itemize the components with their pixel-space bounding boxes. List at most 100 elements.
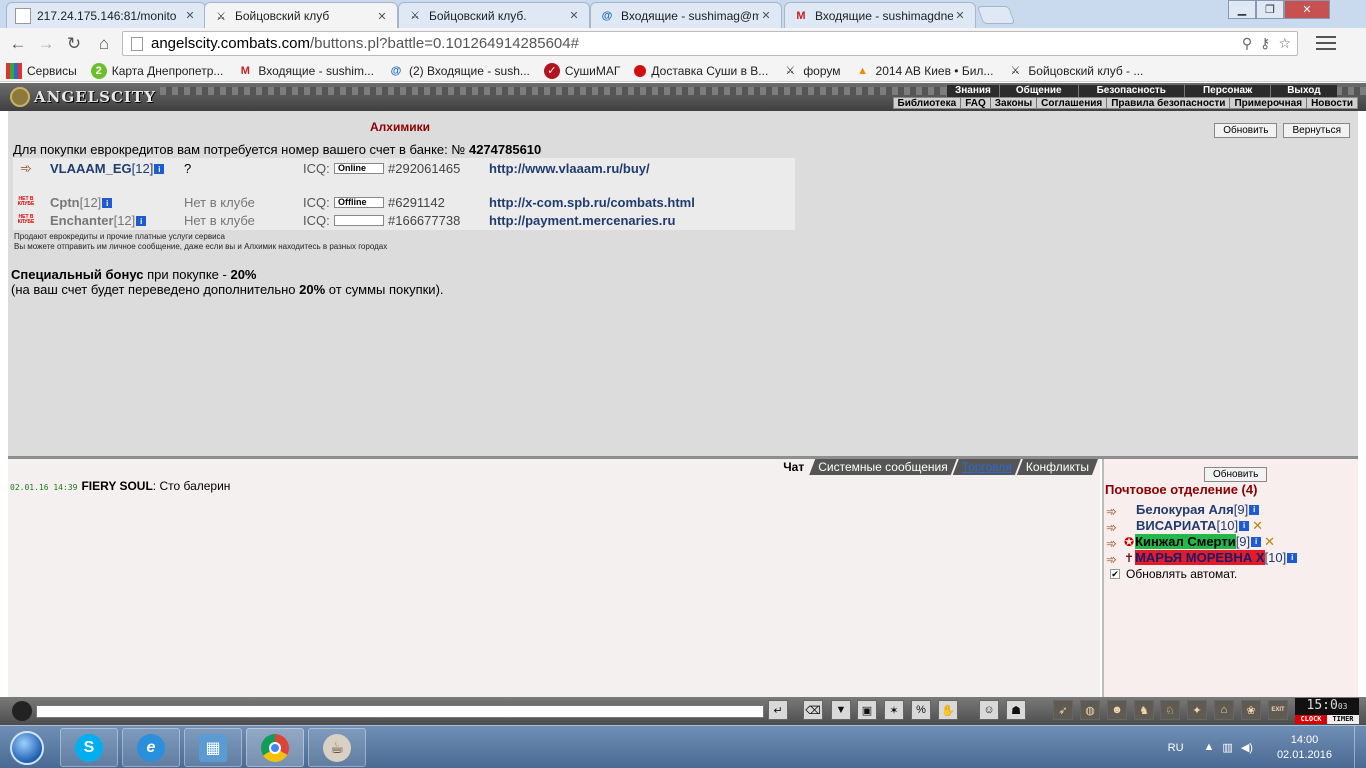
exit-icon[interactable]: EXIT — [1268, 700, 1288, 720]
info-icon[interactable]: i — [1239, 520, 1250, 531]
seller-link[interactable]: http://payment.mercenaries.ru — [489, 213, 675, 228]
bookmark-star-icon[interactable]: ☆ — [1278, 35, 1291, 52]
seller-name[interactable]: VLAAAM_EG[12] i — [50, 161, 165, 176]
mail-user[interactable]: ➾ ВИСАРИАТА [10] i ✕ — [1106, 518, 1263, 535]
bookmark-item[interactable]: ▲ 2014 AB Киев • Бил... — [855, 63, 993, 79]
mail-user[interactable]: ➾ ✪ Кинжал Смерти [9] i ✕ — [1106, 534, 1275, 551]
new-tab-button[interactable] — [976, 6, 1016, 24]
show-desktop-button[interactable] — [1354, 726, 1366, 768]
bookmark-item[interactable]: M Входящие - sushim... — [237, 63, 374, 79]
nav-communication[interactable]: Общение — [998, 85, 1078, 97]
window-close-icon[interactable]: ✕ — [1284, 0, 1330, 19]
browser-tab-gmail[interactable]: M Входящие - sushimagdne ✕ — [784, 2, 976, 28]
clock-tab[interactable]: CLOCK — [1295, 715, 1327, 724]
browser-tab-monitor[interactable]: 217.24.175.146:81/monito ✕ — [6, 2, 206, 28]
tab-conflicts[interactable]: Конфликты — [1017, 459, 1098, 475]
nav-library[interactable]: Библиотека — [894, 98, 961, 109]
checkbox-checked[interactable]: ✔ — [1110, 569, 1120, 579]
nav-fitting-room[interactable]: Примерочная — [1229, 98, 1306, 109]
browser-menu-icon[interactable] — [1316, 34, 1336, 52]
fighter-icon[interactable]: ✶ — [884, 700, 904, 720]
tab-trade[interactable]: Торговля — [953, 459, 1021, 475]
close-tab-icon[interactable]: ✕ — [183, 9, 197, 22]
tab-system-messages[interactable]: Системные сообщения — [809, 459, 957, 475]
back-button[interactable]: Вернуться — [1283, 123, 1350, 138]
nav-knowledge[interactable]: Знания — [946, 85, 999, 97]
smiley-face-icon[interactable] — [12, 701, 32, 721]
mail-user[interactable]: ➾ Белокурая Аля [9] i — [1106, 502, 1260, 519]
gem-icon[interactable]: ✦ — [1187, 700, 1207, 720]
auto-refresh-toggle[interactable]: ✔ Обновлять автомат. — [1110, 567, 1237, 581]
taskbar-clock[interactable]: 14:00 02.01.2016 — [1277, 733, 1332, 763]
timer-tab[interactable]: TIMER — [1327, 715, 1359, 724]
bookmark-item[interactable]: ⚔ Бойцовский клуб - ... — [1007, 63, 1143, 79]
seller-name[interactable]: Cptn[12] i — [50, 195, 113, 210]
taskbar-skype[interactable]: S — [60, 728, 118, 767]
percent-icon[interactable]: % — [911, 700, 931, 720]
nav-faq[interactable]: FAQ — [960, 98, 990, 109]
network-icon[interactable]: ▥ — [1222, 741, 1232, 754]
filter-icon[interactable]: ▼ — [831, 700, 851, 720]
paw-icon[interactable]: ❀ — [1241, 700, 1261, 720]
wolf-icon[interactable]: ♘ — [1160, 700, 1180, 720]
info-icon[interactable]: i — [1287, 552, 1298, 563]
helmet-icon[interactable]: ☗ — [1006, 700, 1026, 720]
start-button[interactable] — [2, 727, 52, 768]
taskbar-chrome[interactable] — [246, 728, 304, 767]
key-icon[interactable]: ⚷ — [1260, 35, 1270, 52]
browser-tab-mail-at[interactable]: @ Входящие - sushimag@m ✕ — [590, 2, 782, 28]
browser-tab-fight-club-2[interactable]: ⚔ Бойцовский клуб. ✕ — [398, 2, 590, 28]
address-bar[interactable]: angelscity.combats.com/buttons.pl?battle… — [122, 31, 1298, 56]
seller-link[interactable]: http://www.vlaaam.ru/buy/ — [489, 161, 650, 176]
info-icon[interactable]: i — [1249, 504, 1260, 515]
chat-input[interactable] — [36, 705, 764, 718]
back-arrow-icon[interactable]: ← — [6, 33, 30, 55]
nav-laws[interactable]: Законы — [989, 98, 1036, 109]
send-enter-icon[interactable]: ↵ — [768, 700, 788, 720]
bookmark-item[interactable]: Сервисы — [6, 62, 77, 79]
info-icon[interactable]: i — [1251, 536, 1262, 547]
taskbar-ie[interactable]: e — [122, 728, 180, 767]
nav-character[interactable]: Персонаж — [1183, 85, 1270, 97]
smiley-icon[interactable]: ☺ — [979, 700, 999, 720]
seller-link[interactable]: http://x-com.spb.ru/combats.html — [489, 195, 695, 210]
minimize-icon[interactable]: ▁ — [1228, 0, 1256, 19]
private-message-arrow-icon[interactable]: ➾ — [1106, 536, 1124, 551]
quiver-icon[interactable]: ➶ — [1053, 700, 1073, 720]
nav-safety-rules[interactable]: Правила безопасности — [1106, 98, 1229, 109]
mail-refresh-button[interactable]: Обновить — [1204, 467, 1268, 482]
private-message-arrow-icon[interactable]: ➾ — [1106, 552, 1124, 567]
close-tab-icon[interactable]: ✕ — [953, 9, 967, 22]
browser-tab-fight-club-active[interactable]: ⚔ Бойцовский клуб ✕ — [204, 2, 398, 29]
warrior-icon[interactable]: ♞ — [1134, 700, 1154, 720]
zoom-icon[interactable]: ⚲ — [1242, 35, 1252, 52]
volume-icon[interactable]: ◀) — [1241, 741, 1253, 754]
info-icon[interactable]: i — [136, 216, 147, 227]
bookmark-item[interactable]: Доставка Суши в В... — [634, 64, 768, 78]
home-icon[interactable]: ⌂ — [92, 33, 116, 55]
reload-icon[interactable]: ↻ — [62, 33, 86, 55]
hands-icon[interactable]: ✋ — [938, 700, 958, 720]
close-tab-icon[interactable]: ✕ — [759, 9, 773, 22]
nav-agreements[interactable]: Соглашения — [1036, 98, 1106, 109]
bag-icon[interactable]: ◍ — [1080, 700, 1100, 720]
taskbar-coffee-app[interactable]: ☕ — [308, 728, 366, 767]
bookmark-item[interactable]: ✓ СушиМАГ — [543, 62, 620, 79]
bookmark-item[interactable]: ⚔ форум — [782, 63, 840, 79]
info-icon[interactable]: i — [102, 198, 113, 209]
taskbar-control-panel[interactable]: ▦ — [184, 728, 242, 767]
seller-name[interactable]: Enchanter[12] i — [50, 213, 147, 228]
mail-user[interactable]: ➾ ✝ МАРЬЯ МОРЕВНА Х [10] i — [1106, 550, 1298, 567]
nav-news[interactable]: Новости — [1306, 98, 1357, 109]
tray-expand-icon[interactable]: ▲ — [1204, 741, 1215, 754]
private-message-arrow-icon[interactable]: ➾ — [16, 160, 36, 176]
private-message-arrow-icon[interactable]: ➾ — [1106, 504, 1124, 519]
bookmark-item[interactable]: 2 Карта Днепропетр... — [90, 62, 223, 79]
close-tab-icon[interactable]: ✕ — [375, 10, 389, 23]
bookmark-item[interactable]: @ (2) Входящие - sush... — [388, 63, 530, 79]
maximize-icon[interactable]: ❐ — [1256, 0, 1284, 19]
close-tab-icon[interactable]: ✕ — [567, 9, 581, 22]
house-icon[interactable]: ⌂ — [1214, 700, 1234, 720]
language-indicator[interactable]: RU — [1168, 742, 1184, 754]
tab-chat[interactable]: Чат — [774, 459, 813, 475]
